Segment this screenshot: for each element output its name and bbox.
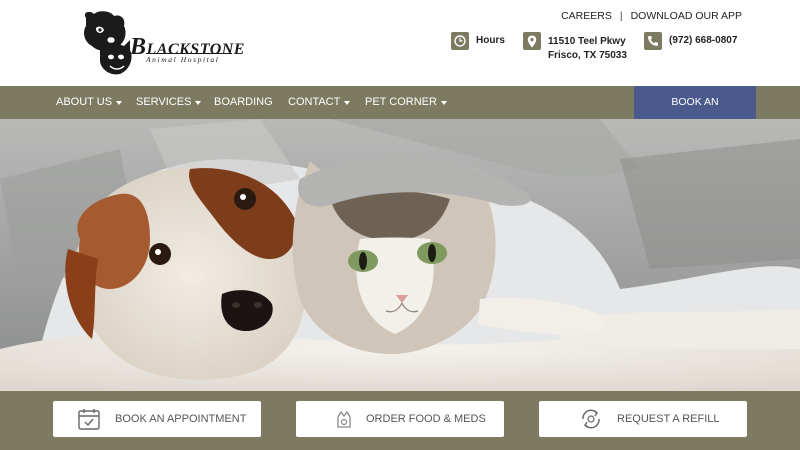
nav-contact-label: CONTACT [288,96,341,108]
dog-and-cat-under-blanket-image [0,119,800,391]
phone-number[interactable]: (972) 668-0807 [669,34,737,48]
careers-link[interactable]: CAREERS [561,10,612,22]
brand-subtitle: Animal Hospital [146,55,220,64]
request-refill-label: REQUEST A REFILL [617,413,720,425]
map-pin-icon[interactable] [523,32,541,50]
nav-about-us[interactable]: ABOUT US [56,86,123,119]
calendar-check-icon [78,409,100,430]
nav-services-label: SERVICES [136,96,192,108]
download-app-link[interactable]: DOWNLOAD OUR APP [631,10,742,22]
pet-food-icon [337,410,351,428]
order-food-meds-label: ORDER FOOD & MEDS [366,413,486,425]
refill-pill-icon [582,409,600,429]
nav-about-us-label: ABOUT US [56,96,113,108]
cta-band: BOOK AN APPOINTMENT ORDER FOOD & MEDS RE… [0,391,800,450]
top-links-separator: | [619,10,623,22]
chevron-down-icon [344,100,351,105]
dog-and-cat-logo-icon [84,11,132,75]
phone-icon[interactable] [644,32,662,50]
chevron-down-icon [116,100,123,105]
brand-initial: B [130,34,147,60]
clock-icon[interactable] [451,32,469,50]
nav-services[interactable]: SERVICES [136,86,202,119]
book-appointment-button[interactable]: BOOK AN APPOINTMENT [53,401,261,437]
logo[interactable]: BLACKSTONE Animal Hospital [80,8,244,80]
address-line1[interactable]: 11510 Teel Pkwy [548,35,626,49]
nav-contact[interactable]: CONTACT [288,86,351,119]
nav-pet-corner[interactable]: PET CORNER [365,86,447,119]
request-refill-button[interactable]: REQUEST A REFILL [539,401,747,437]
nav-pet-corner-label: PET CORNER [365,96,437,108]
logo-divider [146,53,232,54]
chevron-down-icon [440,100,447,105]
hero-image [0,119,800,391]
site-header: BLACKSTONE Animal Hospital CAREERS | DOW… [0,0,800,86]
nav-boarding[interactable]: BOARDING [214,86,273,119]
top-links: CAREERS | DOWNLOAD OUR APP [561,10,742,22]
book-appointment-nav-button[interactable]: BOOK AN APPOINTMENT [634,86,756,141]
book-appointment-label: BOOK AN APPOINTMENT [115,413,247,425]
address-line2[interactable]: Frisco, TX 75033 [548,49,627,63]
nav-boarding-label: BOARDING [214,96,273,108]
hours-link[interactable]: Hours [476,34,505,48]
order-food-meds-button[interactable]: ORDER FOOD & MEDS [296,401,504,437]
chevron-down-icon [195,100,202,105]
